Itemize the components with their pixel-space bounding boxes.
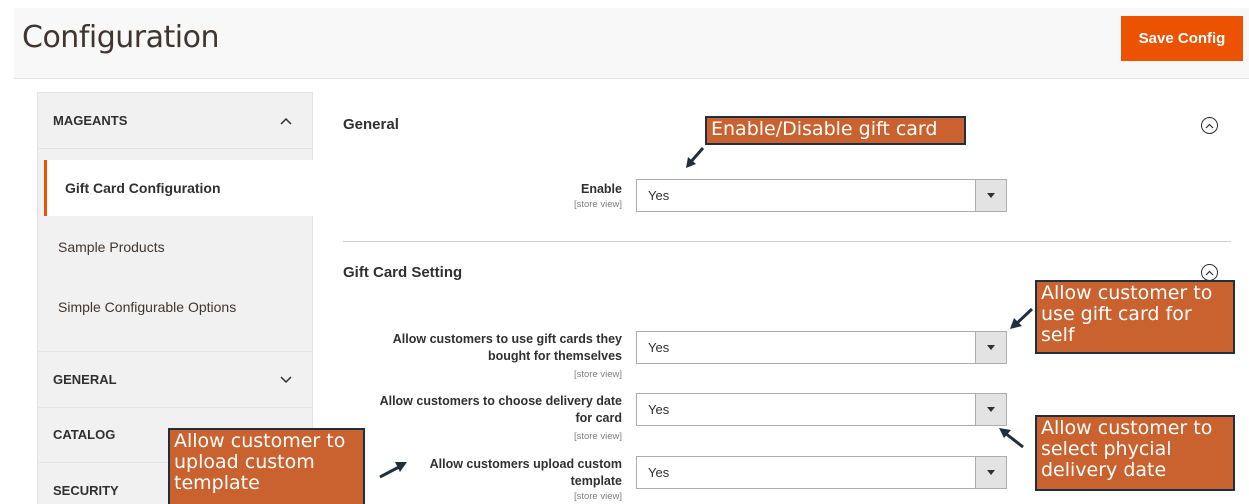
sidebar-section-label: MAGEANTS bbox=[53, 113, 128, 128]
annotation-arrow-icon bbox=[1010, 307, 1034, 329]
scope-label: [store view] bbox=[573, 431, 622, 442]
sidebar-item-sample-products[interactable]: Sample Products bbox=[38, 219, 312, 275]
scope-label: [store view] bbox=[573, 491, 622, 502]
delivery-date-select[interactable]: Yes bbox=[636, 393, 1007, 426]
dropdown-arrow-icon bbox=[975, 457, 1006, 488]
annotation-callout-template: Allow customer to upload custom template bbox=[168, 428, 365, 504]
scope-label: [store view] bbox=[573, 369, 622, 380]
section-divider bbox=[343, 241, 1231, 242]
callout-line: template bbox=[174, 472, 260, 494]
callout-line: use gift card for bbox=[1041, 303, 1192, 325]
annotation-arrow-icon bbox=[999, 428, 1024, 449]
label-line: bought for themselves bbox=[487, 349, 622, 363]
upload-template-select[interactable]: Yes bbox=[636, 456, 1007, 489]
sidebar-item-simple-configurable-options[interactable]: Simple Configurable Options bbox=[38, 279, 312, 335]
sidebar-item-gift-card-configuration[interactable]: Gift Card Configuration bbox=[44, 160, 314, 216]
chevron-up-icon bbox=[276, 111, 296, 131]
sidebar-section-label: GENERAL bbox=[53, 372, 117, 387]
field-label-use-own-gift-cards: Allow customers to use gift cards they b… bbox=[340, 331, 622, 365]
label-line: Allow customers to use gift cards they bbox=[392, 332, 622, 346]
annotation-arrow-icon bbox=[686, 147, 705, 168]
label-line: for card bbox=[575, 411, 622, 425]
callout-line: Allow customer to bbox=[1041, 282, 1213, 304]
callout-line: delivery date bbox=[1041, 459, 1167, 481]
select-value: Yes bbox=[648, 402, 670, 417]
scope-label: [store view] bbox=[573, 199, 622, 210]
sidebar-section-mageants[interactable]: MAGEANTS bbox=[38, 93, 312, 149]
callout-line: self bbox=[1041, 324, 1075, 346]
label-line: Allow customers to choose delivery date bbox=[379, 394, 622, 408]
dropdown-arrow-icon bbox=[975, 332, 1006, 363]
chevron-down-icon bbox=[276, 370, 296, 390]
select-value: Yes bbox=[648, 465, 670, 480]
collapse-gift-card-setting-icon[interactable] bbox=[1201, 264, 1218, 281]
section-title-general[interactable]: General bbox=[343, 116, 399, 133]
field-label-enable: Enable bbox=[581, 182, 622, 196]
sidebar-section-label: SECURITY bbox=[53, 483, 119, 498]
select-value: Yes bbox=[648, 340, 670, 355]
sidebar-section-label: CATALOG bbox=[53, 427, 116, 442]
use-own-gift-cards-select[interactable]: Yes bbox=[636, 331, 1007, 364]
page-header: Configuration Save Config bbox=[0, 0, 1249, 79]
enable-select[interactable]: Yes bbox=[636, 179, 1007, 212]
annotation-callout-enable: Enable/Disable gift card bbox=[705, 116, 966, 145]
dropdown-arrow-icon bbox=[975, 394, 1006, 425]
field-label-delivery-date: Allow customers to choose delivery date … bbox=[340, 393, 622, 427]
dropdown-arrow-icon bbox=[975, 180, 1006, 211]
callout-line: Allow customer to bbox=[174, 430, 346, 452]
annotation-callout-delivery: Allow customer to select phycial deliver… bbox=[1035, 415, 1235, 491]
callout-line: upload custom bbox=[174, 451, 315, 473]
annotation-arrow-icon bbox=[379, 462, 407, 479]
page-title: Configuration bbox=[22, 20, 219, 55]
section-title-gift-card-setting[interactable]: Gift Card Setting bbox=[343, 264, 462, 281]
collapse-general-icon[interactable] bbox=[1201, 117, 1218, 134]
callout-line: select phycial bbox=[1041, 438, 1172, 460]
annotation-callout-self: Allow customer to use gift card for self bbox=[1035, 280, 1235, 354]
sidebar-section-general[interactable]: GENERAL bbox=[38, 351, 312, 408]
select-value: Yes bbox=[648, 188, 670, 203]
save-config-button[interactable]: Save Config bbox=[1121, 16, 1243, 61]
callout-line: Allow customer to bbox=[1041, 417, 1213, 439]
